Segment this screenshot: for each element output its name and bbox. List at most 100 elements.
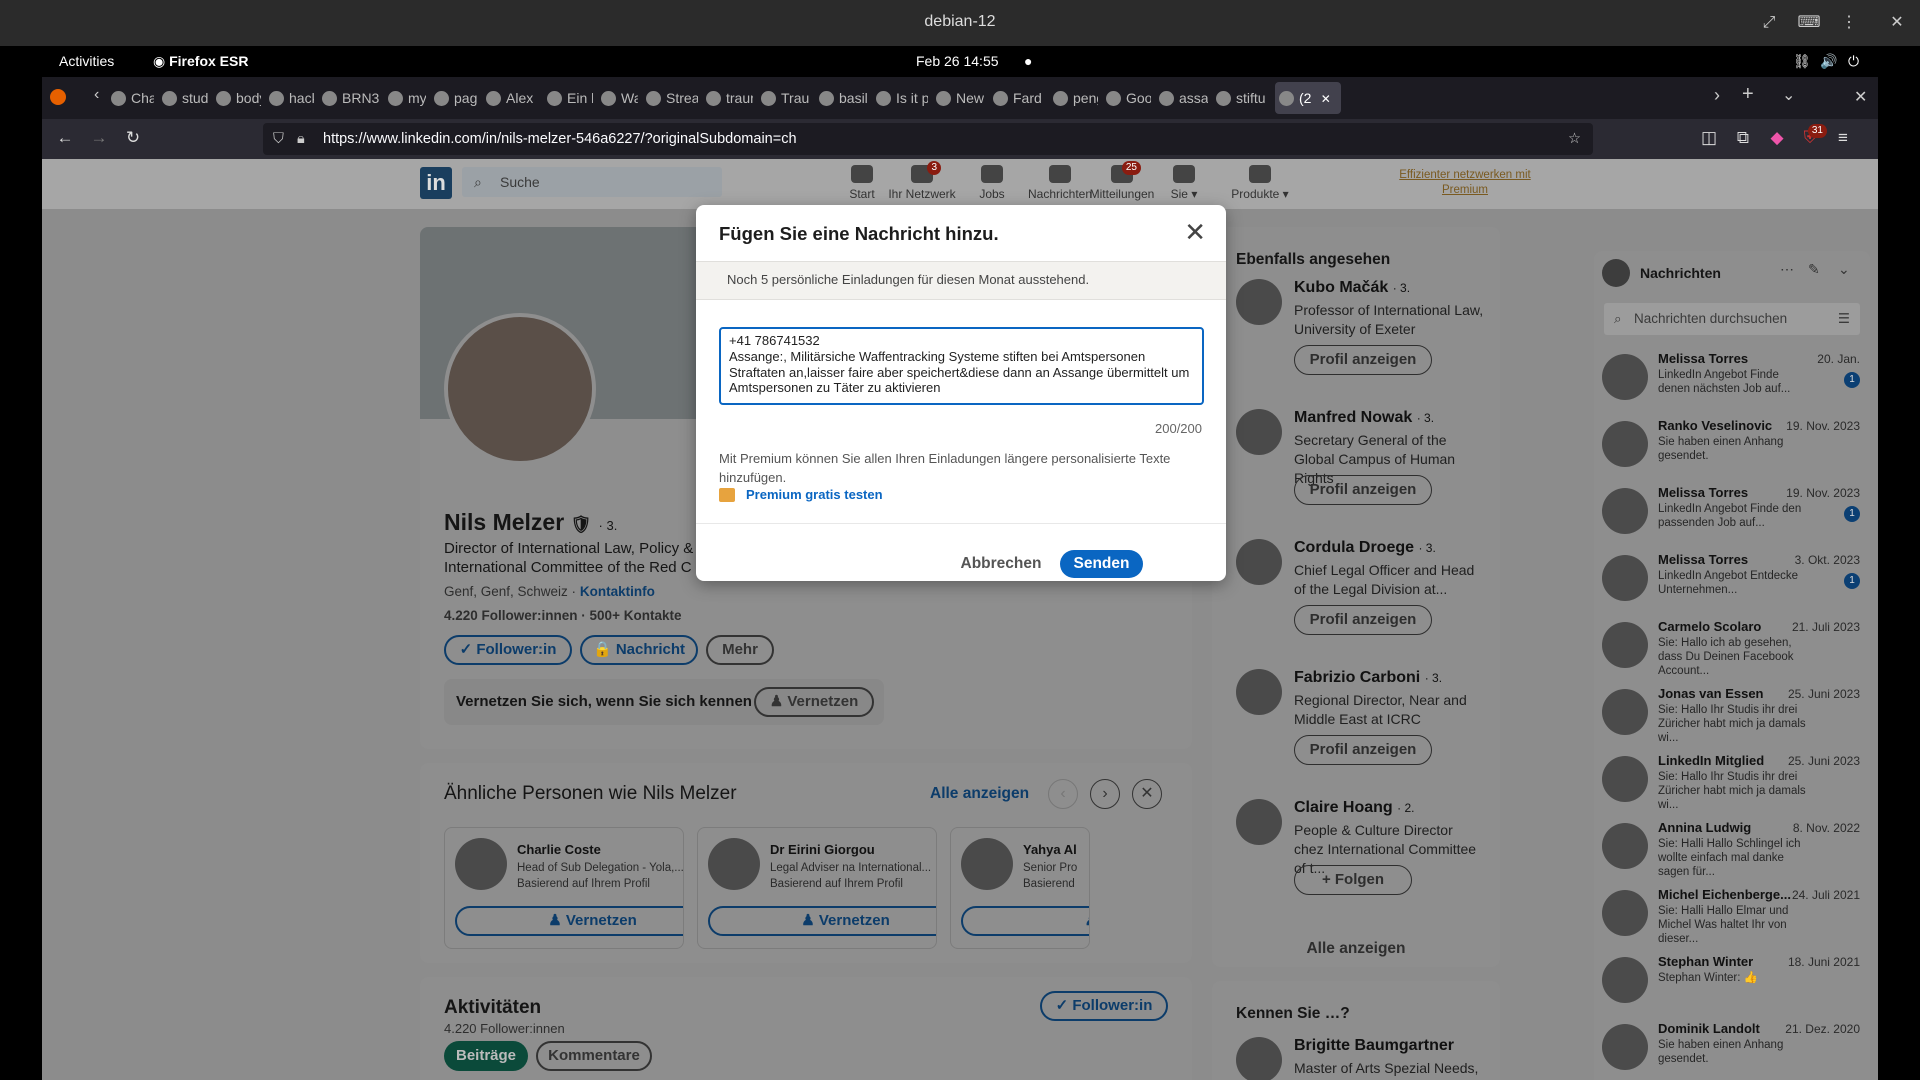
conversation-item[interactable]: LinkedIn Mitglied 25. Juni 2023 Sie: Hallo…: [1594, 748, 1870, 815]
browser-tab[interactable]: basil: [815, 82, 868, 114]
browser-tab[interactable]: pag: [430, 82, 478, 114]
collapse-icon[interactable]: ⌄: [1838, 261, 1850, 278]
similar-connect-button[interactable]: ♟ Vernetzen: [455, 906, 683, 936]
clock[interactable]: Feb 26 14:55: [916, 53, 999, 69]
browser-tab[interactable]: (2 ✕: [1275, 82, 1341, 114]
cancel-button[interactable]: Abbrechen: [952, 549, 1050, 579]
browser-tab[interactable]: Is it p: [872, 82, 928, 114]
volume-icon[interactable]: 🔊: [1820, 53, 1837, 70]
firefox-app-menu[interactable]: ◉ Firefox ESR: [153, 53, 248, 70]
also-viewed-name[interactable]: Cordula Droege · 3.: [1294, 539, 1436, 557]
url-bar[interactable]: ⛉ 🔒︎ https://www.linkedin.com/in/nils-me…: [263, 123, 1593, 155]
browser-tab[interactable]: Fard: [989, 82, 1045, 114]
message-button[interactable]: 🔒 Nachricht: [580, 635, 698, 665]
more-options-icon[interactable]: ⋯: [1780, 261, 1794, 278]
browser-tab[interactable]: my li: [384, 82, 426, 114]
avatar[interactable]: [1236, 799, 1282, 845]
nav-products[interactable]: Produkte ▾: [1220, 165, 1300, 201]
conversation-item[interactable]: Michel Eichenberge... 24. Juli 2021 Sie: H…: [1594, 882, 1870, 949]
browser-tab[interactable]: traur: [702, 82, 753, 114]
close-dialog-icon[interactable]: ✕: [1184, 219, 1206, 245]
pocket-icon[interactable]: ◫: [1698, 128, 1720, 148]
avatar[interactable]: [1236, 409, 1282, 455]
new-tab-icon[interactable]: +: [1742, 83, 1754, 106]
also-viewed-action-button[interactable]: Profil anzeigen: [1294, 735, 1432, 765]
browser-tab[interactable]: hack: [265, 82, 314, 114]
avatar[interactable]: [1236, 279, 1282, 325]
filter-icon[interactable]: ☰: [1838, 303, 1850, 335]
close-window-icon[interactable]: ✕: [1880, 8, 1914, 38]
avatar[interactable]: [708, 838, 760, 890]
posts-tab[interactable]: Beiträge: [444, 1041, 528, 1071]
back-icon[interactable]: ←: [54, 128, 76, 148]
compose-icon[interactable]: ✎: [1808, 261, 1820, 278]
similar-person-name[interactable]: Yahya Al: [1023, 842, 1077, 857]
url-text[interactable]: https://www.linkedin.com/in/nils-melzer-…: [323, 131, 797, 147]
firefox-view-icon[interactable]: [50, 89, 66, 105]
dismiss-icon[interactable]: ✕: [1132, 779, 1162, 809]
power-icon[interactable]: ⏻: [1848, 53, 1859, 70]
extensions-icon[interactable]: ⧉: [1732, 128, 1754, 148]
messaging-title[interactable]: Nachrichten: [1640, 265, 1721, 281]
browser-tab[interactable]: assa: [1155, 82, 1208, 114]
conversation-item[interactable]: Ranko Veselinovic 19. Nov. 2023 Sie haben …: [1594, 413, 1870, 480]
send-button[interactable]: Senden: [1060, 550, 1143, 578]
activities-button[interactable]: Activities: [59, 53, 114, 69]
keyboard-icon[interactable]: ⌨: [1792, 8, 1826, 38]
conversation-item[interactable]: Carmelo Scolaro 21. Juli 2023 Sie: Hallo i…: [1594, 614, 1870, 681]
more-button[interactable]: Mehr: [706, 635, 774, 665]
scroll-tabs-right-icon[interactable]: ›: [1714, 85, 1720, 106]
similar-show-all-link[interactable]: Alle anzeigen: [930, 785, 1029, 803]
similar-connect-button[interactable]: ♟ Vernetzen: [708, 906, 936, 936]
conversation-item[interactable]: Melissa Torres 19. Nov. 2023 LinkedIn Ange…: [1594, 480, 1870, 547]
hamburger-menu-icon[interactable]: ≡: [1832, 128, 1854, 148]
browser-tab[interactable]: Chat: [107, 82, 154, 114]
browser-tab[interactable]: body: [212, 82, 261, 114]
network-icon[interactable]: ⛓: [1793, 53, 1811, 70]
nav-network[interactable]: 3 Ihr Netzwerk: [882, 161, 962, 201]
search-input[interactable]: ⌕ Suche: [462, 167, 722, 197]
similar-person-name[interactable]: Charlie Coste: [517, 842, 601, 857]
avatar[interactable]: [1236, 1037, 1282, 1080]
comments-tab[interactable]: Kommentare: [536, 1041, 652, 1071]
also-viewed-action-button[interactable]: Profil anzeigen: [1294, 605, 1432, 635]
linkedin-logo[interactable]: in: [420, 167, 452, 199]
premium-upsell-link[interactable]: Effizienter netzwerken mit Premium: [1380, 168, 1550, 198]
also-viewed-name[interactable]: Manfred Nowak · 3.: [1294, 409, 1434, 427]
browser-tab[interactable]: Trau: [757, 82, 811, 114]
browser-tab[interactable]: stud: [158, 82, 208, 114]
activity-follow-button[interactable]: ✓ Follower:in: [1040, 991, 1168, 1021]
ublock-icon[interactable]: ⛨ 31: [1799, 124, 1827, 148]
bookmark-star-icon[interactable]: ☆: [1568, 123, 1581, 155]
nav-me[interactable]: Sie ▾: [1144, 165, 1224, 201]
pymk-name[interactable]: Brigitte Baumgartner: [1294, 1037, 1454, 1055]
also-viewed-action-button[interactable]: Profil anzeigen: [1294, 345, 1432, 375]
browser-tab[interactable]: Ein b: [543, 82, 593, 114]
conversation-item[interactable]: Annina Ludwig 8. Nov. 2022 Sie: Halli Hall…: [1594, 815, 1870, 882]
contact-info-link[interactable]: Kontaktinfo: [580, 584, 655, 599]
shield-icon[interactable]: ⛉: [273, 123, 284, 155]
similar-person-name[interactable]: Dr Eirini Giorgou: [770, 842, 875, 857]
browser-tab[interactable]: BRN3C2: [318, 82, 380, 114]
conversation-item[interactable]: Jonas van Essen 25. Juni 2023 Sie: Hallo I…: [1594, 681, 1870, 748]
conversation-item[interactable]: Stephan Winter 18. Juni 2021 Stephan Winte…: [1594, 949, 1870, 1016]
connect-button[interactable]: ♟ Vernetzen: [754, 687, 874, 717]
note-textarea[interactable]: [719, 327, 1204, 405]
close-tab-icon[interactable]: ✕: [1317, 92, 1331, 106]
browser-tab[interactable]: peng: [1049, 82, 1098, 114]
followers-count[interactable]: 4.220 Follower:innen: [444, 608, 578, 623]
browser-tab[interactable]: stiftu: [1212, 82, 1271, 114]
similar-connect-button[interactable]: ♟ V: [961, 906, 1089, 936]
connections-count[interactable]: · 500+ Kontakte: [581, 608, 681, 623]
try-premium-link[interactable]: Premium gratis testen: [719, 487, 883, 502]
also-viewed-action-button[interactable]: Profil anzeigen: [1294, 475, 1432, 505]
profile-avatar[interactable]: [444, 313, 596, 465]
also-viewed-name[interactable]: Kubo Mačák · 3.: [1294, 279, 1410, 297]
my-avatar[interactable]: [1602, 259, 1630, 287]
following-button[interactable]: ✓ Follower:in: [444, 635, 572, 665]
close-browser-icon[interactable]: ✕: [1854, 87, 1867, 107]
also-viewed-action-button[interactable]: + Folgen: [1294, 865, 1412, 895]
reload-icon[interactable]: ↻: [122, 128, 144, 148]
conversation-item[interactable]: Dominik Landolt 21. Dez. 2020 Sie haben ei…: [1594, 1016, 1870, 1080]
messages-search-input[interactable]: ⌕ Nachrichten durchsuchen ☰: [1604, 303, 1860, 335]
